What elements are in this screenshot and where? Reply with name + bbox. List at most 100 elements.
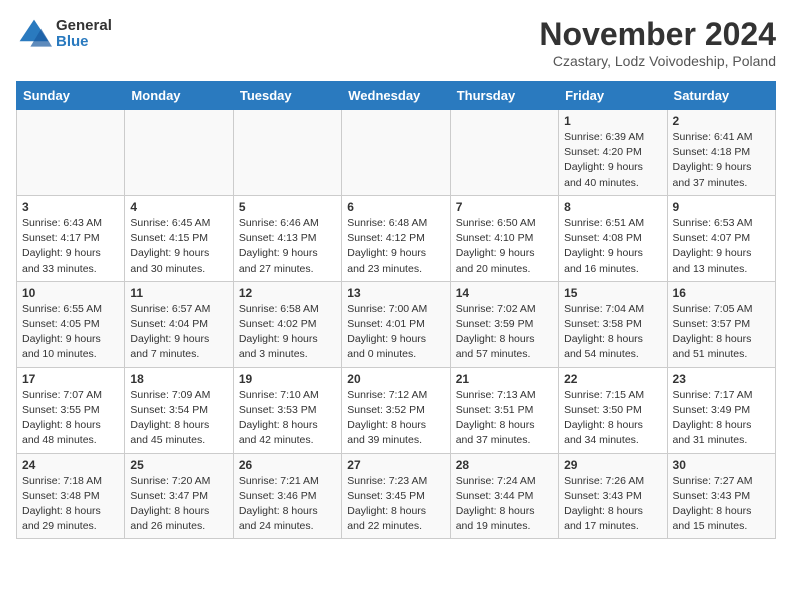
day-number: 14 xyxy=(456,286,553,300)
day-info: Sunrise: 7:05 AM Sunset: 3:57 PM Dayligh… xyxy=(673,302,770,363)
calendar-cell: 19Sunrise: 7:10 AM Sunset: 3:53 PM Dayli… xyxy=(233,367,341,453)
calendar-cell: 17Sunrise: 7:07 AM Sunset: 3:55 PM Dayli… xyxy=(17,367,125,453)
day-info: Sunrise: 6:50 AM Sunset: 4:10 PM Dayligh… xyxy=(456,216,553,277)
calendar-week-2: 3 Sunrise: 6:43 AM Sunset: 4:17 PM Daylig… xyxy=(17,195,776,281)
calendar-cell xyxy=(125,110,233,196)
day-info: Sunrise: 6:55 AM Sunset: 4:05 PM Dayligh… xyxy=(22,302,119,363)
day-number: 15 xyxy=(564,286,661,300)
day-number: 23 xyxy=(673,372,770,386)
day-info: Sunrise: 6:53 AM Sunset: 4:07 PM Dayligh… xyxy=(673,216,770,277)
day-number: 29 xyxy=(564,458,661,472)
day-number: 5 xyxy=(239,200,336,214)
day-info: Sunrise: 7:27 AM Sunset: 3:43 PM Dayligh… xyxy=(673,474,770,535)
calendar-cell: 29Sunrise: 7:26 AM Sunset: 3:43 PM Dayli… xyxy=(559,453,667,539)
day-info: Sunrise: 7:23 AM Sunset: 3:45 PM Dayligh… xyxy=(347,474,444,535)
logo-general: General xyxy=(56,18,112,35)
calendar-cell: 3 Sunrise: 6:43 AM Sunset: 4:17 PM Daylig… xyxy=(17,195,125,281)
calendar-cell: 26 Sunrise: 7:21 AM Sunset: 3:46 PM Dayli… xyxy=(233,453,341,539)
column-header-monday: Monday xyxy=(125,82,233,110)
calendar-cell: 21 Sunrise: 7:13 AM Sunset: 3:51 PM Dayli… xyxy=(450,367,558,453)
day-number: 16 xyxy=(673,286,770,300)
title-area: November 2024 Czastary, Lodz Voivodeship… xyxy=(539,16,776,69)
column-header-saturday: Saturday xyxy=(667,82,775,110)
day-number: 25 xyxy=(130,458,227,472)
calendar-cell: 23 Sunrise: 7:17 AM Sunset: 3:49 PM Dayli… xyxy=(667,367,775,453)
day-info: Sunrise: 7:12 AM Sunset: 3:52 PM Dayligh… xyxy=(347,388,444,449)
day-info: Sunrise: 6:43 AM Sunset: 4:17 PM Dayligh… xyxy=(22,216,119,277)
day-number: 3 xyxy=(22,200,119,214)
calendar-cell: 11 Sunrise: 6:57 AM Sunset: 4:04 PM Dayli… xyxy=(125,281,233,367)
day-info: Sunrise: 7:07 AM Sunset: 3:55 PM Dayligh… xyxy=(22,388,119,449)
calendar-week-5: 24 Sunrise: 7:18 AM Sunset: 3:48 PM Dayli… xyxy=(17,453,776,539)
day-info: Sunrise: 7:02 AM Sunset: 3:59 PM Dayligh… xyxy=(456,302,553,363)
calendar-cell: 6 Sunrise: 6:48 AM Sunset: 4:12 PM Daylig… xyxy=(342,195,450,281)
column-header-wednesday: Wednesday xyxy=(342,82,450,110)
day-info: Sunrise: 7:24 AM Sunset: 3:44 PM Dayligh… xyxy=(456,474,553,535)
calendar-cell: 15 Sunrise: 7:04 AM Sunset: 3:58 PM Dayli… xyxy=(559,281,667,367)
calendar-cell: 22Sunrise: 7:15 AM Sunset: 3:50 PM Dayli… xyxy=(559,367,667,453)
day-info: Sunrise: 6:48 AM Sunset: 4:12 PM Dayligh… xyxy=(347,216,444,277)
column-header-tuesday: Tuesday xyxy=(233,82,341,110)
day-info: Sunrise: 6:57 AM Sunset: 4:04 PM Dayligh… xyxy=(130,302,227,363)
day-number: 6 xyxy=(347,200,444,214)
day-info: Sunrise: 6:58 AM Sunset: 4:02 PM Dayligh… xyxy=(239,302,336,363)
day-info: Sunrise: 7:15 AM Sunset: 3:50 PM Dayligh… xyxy=(564,388,661,449)
logo-icon xyxy=(16,16,52,52)
calendar-cell: 16 Sunrise: 7:05 AM Sunset: 3:57 PM Dayli… xyxy=(667,281,775,367)
calendar-cell: 8Sunrise: 6:51 AM Sunset: 4:08 PM Daylig… xyxy=(559,195,667,281)
calendar-cell: 12 Sunrise: 6:58 AM Sunset: 4:02 PM Dayli… xyxy=(233,281,341,367)
calendar-cell: 1Sunrise: 6:39 AM Sunset: 4:20 PM Daylig… xyxy=(559,110,667,196)
calendar-cell: 9 Sunrise: 6:53 AM Sunset: 4:07 PM Daylig… xyxy=(667,195,775,281)
calendar-cell: 30 Sunrise: 7:27 AM Sunset: 3:43 PM Dayli… xyxy=(667,453,775,539)
day-number: 7 xyxy=(456,200,553,214)
day-info: Sunrise: 7:04 AM Sunset: 3:58 PM Dayligh… xyxy=(564,302,661,363)
header: General Blue November 2024 Czastary, Lod… xyxy=(16,16,776,69)
calendar-cell: 4Sunrise: 6:45 AM Sunset: 4:15 PM Daylig… xyxy=(125,195,233,281)
day-number: 11 xyxy=(130,286,227,300)
day-number: 19 xyxy=(239,372,336,386)
day-number: 1 xyxy=(564,114,661,128)
calendar-cell: 7 Sunrise: 6:50 AM Sunset: 4:10 PM Daylig… xyxy=(450,195,558,281)
day-number: 9 xyxy=(673,200,770,214)
calendar-cell: 14 Sunrise: 7:02 AM Sunset: 3:59 PM Dayli… xyxy=(450,281,558,367)
day-number: 10 xyxy=(22,286,119,300)
calendar-cell: 24 Sunrise: 7:18 AM Sunset: 3:48 PM Dayli… xyxy=(17,453,125,539)
day-number: 30 xyxy=(673,458,770,472)
day-number: 24 xyxy=(22,458,119,472)
day-number: 20 xyxy=(347,372,444,386)
day-number: 4 xyxy=(130,200,227,214)
calendar-header-row: SundayMondayTuesdayWednesdayThursdayFrid… xyxy=(17,82,776,110)
calendar-week-4: 17Sunrise: 7:07 AM Sunset: 3:55 PM Dayli… xyxy=(17,367,776,453)
calendar-cell xyxy=(233,110,341,196)
calendar-cell: 28Sunrise: 7:24 AM Sunset: 3:44 PM Dayli… xyxy=(450,453,558,539)
calendar-week-1: 1Sunrise: 6:39 AM Sunset: 4:20 PM Daylig… xyxy=(17,110,776,196)
calendar-cell: 2 Sunrise: 6:41 AM Sunset: 4:18 PM Daylig… xyxy=(667,110,775,196)
day-info: Sunrise: 6:46 AM Sunset: 4:13 PM Dayligh… xyxy=(239,216,336,277)
day-number: 21 xyxy=(456,372,553,386)
calendar-cell xyxy=(342,110,450,196)
day-info: Sunrise: 6:41 AM Sunset: 4:18 PM Dayligh… xyxy=(673,130,770,191)
day-number: 26 xyxy=(239,458,336,472)
main-title: November 2024 xyxy=(539,16,776,53)
column-header-friday: Friday xyxy=(559,82,667,110)
subtitle: Czastary, Lodz Voivodeship, Poland xyxy=(539,53,776,69)
column-header-sunday: Sunday xyxy=(17,82,125,110)
day-number: 8 xyxy=(564,200,661,214)
calendar-cell xyxy=(17,110,125,196)
day-number: 13 xyxy=(347,286,444,300)
calendar-cell xyxy=(450,110,558,196)
day-info: Sunrise: 7:13 AM Sunset: 3:51 PM Dayligh… xyxy=(456,388,553,449)
column-header-thursday: Thursday xyxy=(450,82,558,110)
calendar-cell: 18Sunrise: 7:09 AM Sunset: 3:54 PM Dayli… xyxy=(125,367,233,453)
calendar-cell: 20 Sunrise: 7:12 AM Sunset: 3:52 PM Dayli… xyxy=(342,367,450,453)
day-info: Sunrise: 7:20 AM Sunset: 3:47 PM Dayligh… xyxy=(130,474,227,535)
calendar-table: SundayMondayTuesdayWednesdayThursdayFrid… xyxy=(16,81,776,539)
logo-text: General Blue xyxy=(56,18,112,51)
day-info: Sunrise: 7:21 AM Sunset: 3:46 PM Dayligh… xyxy=(239,474,336,535)
day-number: 27 xyxy=(347,458,444,472)
day-number: 2 xyxy=(673,114,770,128)
day-info: Sunrise: 7:17 AM Sunset: 3:49 PM Dayligh… xyxy=(673,388,770,449)
logo-blue: Blue xyxy=(56,34,112,51)
day-number: 12 xyxy=(239,286,336,300)
day-info: Sunrise: 7:18 AM Sunset: 3:48 PM Dayligh… xyxy=(22,474,119,535)
